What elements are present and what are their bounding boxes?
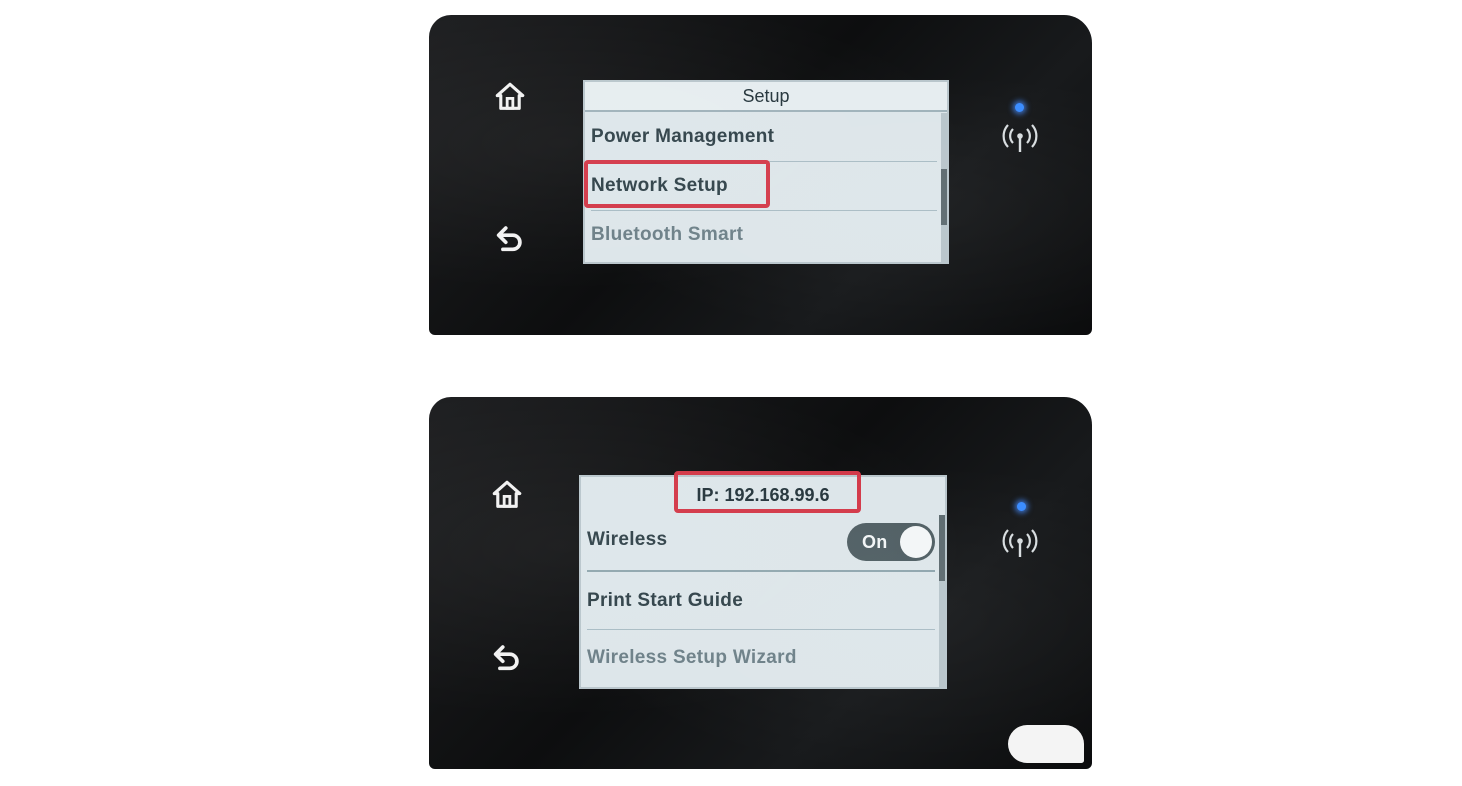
wireless-signal-icon[interactable] (1000, 122, 1040, 156)
home-icon (492, 480, 522, 508)
scrollbar[interactable] (941, 113, 947, 262)
highlight-box-ip-address (674, 471, 861, 513)
menu-item-bluetooth-smart[interactable]: Bluetooth Smart (591, 211, 937, 259)
printer-control-panel-setup: Setup Power Management Network Setup Blu… (429, 15, 1092, 335)
back-button[interactable] (487, 637, 527, 677)
highlight-box-network-setup (584, 160, 770, 208)
home-icon (495, 82, 525, 110)
wireless-label: Wireless (587, 529, 668, 550)
menu-item-print-start-guide[interactable]: Print Start Guide (587, 573, 935, 630)
scrollbar-thumb[interactable] (941, 169, 947, 225)
wireless-toggle[interactable]: On (847, 523, 935, 561)
back-arrow-icon (493, 645, 519, 671)
scrollbar[interactable] (939, 515, 945, 687)
wireless-signal-icon[interactable] (1000, 527, 1040, 561)
toggle-state-label: On (862, 532, 888, 552)
printer-control-panel-network: IP: 192.168.99.6 Wireless On Print Start… (429, 397, 1092, 769)
back-button[interactable] (490, 218, 530, 258)
light-reflection (1008, 725, 1084, 763)
scrollbar-thumb[interactable] (939, 515, 945, 581)
menu-item-wireless-setup-wizard[interactable]: Wireless Setup Wizard (587, 630, 935, 686)
back-arrow-icon (496, 226, 522, 252)
toggle-knob (900, 526, 932, 558)
menu-item-power-management[interactable]: Power Management (591, 113, 937, 162)
status-led (1017, 502, 1026, 511)
status-led (1015, 103, 1024, 112)
home-button[interactable] (490, 77, 530, 117)
screen-title: Setup (585, 82, 947, 112)
menu-item-wireless[interactable]: Wireless On (587, 515, 935, 572)
home-button[interactable] (487, 475, 527, 515)
